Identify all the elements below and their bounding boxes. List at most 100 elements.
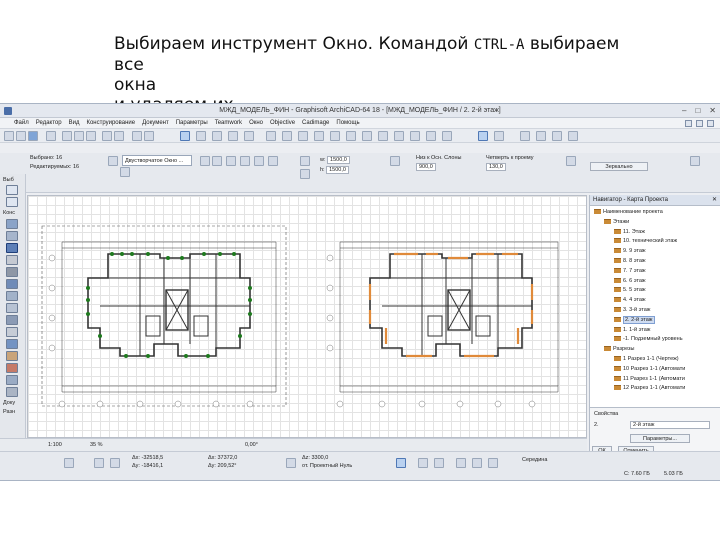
- copy-icon[interactable]: [74, 131, 84, 141]
- link-icon[interactable]: [390, 156, 400, 166]
- tree-item[interactable]: -1. Подземный уровень: [614, 335, 683, 343]
- arrow-tool-icon[interactable]: [6, 185, 18, 195]
- redo-icon[interactable]: [114, 131, 124, 141]
- undo-icon[interactable]: [102, 131, 112, 141]
- anchor-icon[interactable]: [120, 167, 130, 177]
- slab-tool-icon[interactable]: [6, 279, 18, 289]
- window-tool-icon[interactable]: [478, 131, 488, 141]
- tree-item[interactable]: 9. 9 этаж: [614, 247, 646, 255]
- tree-item[interactable]: 5. 5 этаж: [614, 286, 646, 294]
- parameters-button[interactable]: Параметры...: [630, 434, 690, 443]
- open-file-icon[interactable]: [16, 131, 26, 141]
- door-tool-icon[interactable]: [494, 131, 504, 141]
- menu-design[interactable]: Конструирование: [86, 120, 135, 126]
- trace-icon[interactable]: [314, 131, 324, 141]
- tree-item[interactable]: 1 Разрез 1-1 (Чертеж): [614, 355, 679, 363]
- menu-options[interactable]: Параметры: [176, 120, 208, 126]
- tree-item[interactable]: 4. 4 этаж: [614, 296, 646, 304]
- railing-tool-icon[interactable]: [6, 327, 18, 337]
- polyline-icon[interactable]: [442, 131, 452, 141]
- menu-teamwork[interactable]: Teamwork: [215, 120, 242, 126]
- snap-icon[interactable]: [228, 131, 238, 141]
- trace-options-icon[interactable]: [330, 131, 340, 141]
- flip-icon[interactable]: [226, 156, 236, 166]
- pen-set-icon[interactable]: [282, 131, 292, 141]
- quarter-field[interactable]: 130,0: [486, 163, 506, 171]
- fill-icon[interactable]: [394, 131, 404, 141]
- grid-icon[interactable]: [472, 458, 482, 468]
- model-view-icon[interactable]: [298, 131, 308, 141]
- save-icon[interactable]: [28, 131, 38, 141]
- shell-tool-icon[interactable]: [6, 303, 18, 313]
- floor-plan-canvas[interactable]: [27, 195, 587, 438]
- guide-icon[interactable]: [212, 131, 222, 141]
- section-icon[interactable]: [536, 131, 546, 141]
- orientation-icon[interactable]: [212, 156, 222, 166]
- layout-icon[interactable]: [696, 120, 703, 127]
- mesh-tool-icon[interactable]: [6, 387, 18, 397]
- add-icon[interactable]: [110, 458, 120, 468]
- zoom-field[interactable]: 35 %: [90, 442, 103, 448]
- maximize-button[interactable]: □: [695, 106, 700, 115]
- grid-snap-icon[interactable]: [244, 131, 254, 141]
- reference-icon[interactable]: [286, 458, 296, 468]
- guide-icon[interactable]: [488, 458, 498, 468]
- pen-icon[interactable]: [690, 156, 700, 166]
- layout-book-icon[interactable]: [568, 131, 578, 141]
- menu-file[interactable]: Файл: [14, 120, 29, 126]
- window-tool-icon[interactable]: [6, 243, 18, 253]
- arc-icon[interactable]: [426, 131, 436, 141]
- tree-item[interactable]: 7. 7 этаж: [614, 267, 646, 275]
- tree-item[interactable]: 11. Этаж: [614, 228, 645, 236]
- tree-item[interactable]: 11 Разрез 1-1 (Автомати: [614, 375, 685, 383]
- tree-item[interactable]: 6. 6 этаж: [614, 277, 646, 285]
- minimize-button[interactable]: –: [682, 106, 686, 115]
- tree-folder[interactable]: Этажи: [604, 218, 629, 226]
- curtain-wall-tool-icon[interactable]: [6, 339, 18, 349]
- story-name-field[interactable]: 2-й этаж: [630, 421, 710, 429]
- orientation-icon[interactable]: [200, 156, 210, 166]
- menu-objective[interactable]: Objective: [270, 120, 295, 126]
- width-field[interactable]: 1500,0: [327, 156, 350, 164]
- marquee-tool-icon[interactable]: [6, 197, 18, 207]
- marquee-icon[interactable]: [196, 131, 206, 141]
- close-doc-icon[interactable]: [707, 120, 714, 127]
- tree-item[interactable]: 1. 1-й этаж: [614, 326, 651, 334]
- close-button[interactable]: ✕: [709, 106, 716, 115]
- snap-mode-icon[interactable]: [396, 458, 406, 468]
- roof-tool-icon[interactable]: [6, 291, 18, 301]
- angle-field[interactable]: 0,00°: [245, 442, 258, 448]
- angle-snap-icon[interactable]: [434, 458, 444, 468]
- 3d-window-icon[interactable]: [520, 131, 530, 141]
- frame-icon[interactable]: [566, 156, 576, 166]
- cut-icon[interactable]: [62, 131, 72, 141]
- tree-item[interactable]: 3. 3-й этаж: [614, 306, 651, 314]
- layout-icon[interactable]: [685, 120, 692, 127]
- window-type-dropdown[interactable]: Двустворчатое Окно ...: [122, 155, 192, 166]
- beam-tool-icon[interactable]: [6, 267, 18, 277]
- grid-icon[interactable]: [456, 458, 466, 468]
- menu-cadimage[interactable]: Cadimage: [302, 120, 329, 126]
- column-tool-icon[interactable]: [6, 255, 18, 265]
- move-icon[interactable]: [94, 458, 104, 468]
- close-icon[interactable]: [64, 458, 74, 468]
- dimension-icon[interactable]: [362, 131, 372, 141]
- label-icon[interactable]: [378, 131, 388, 141]
- flip-icon[interactable]: [254, 156, 264, 166]
- menu-view[interactable]: Вид: [69, 120, 80, 126]
- walk-icon[interactable]: [144, 131, 154, 141]
- height-field[interactable]: 1500,0: [326, 166, 349, 174]
- tree-item[interactable]: 2. 2-й этаж: [614, 315, 655, 324]
- paste-icon[interactable]: [86, 131, 96, 141]
- new-file-icon[interactable]: [4, 131, 14, 141]
- tree-item[interactable]: 10 Разрез 1-1 (Автомати: [614, 365, 685, 373]
- menu-window[interactable]: Окно: [249, 120, 263, 126]
- tree-folder[interactable]: Наименование проекта: [594, 208, 663, 216]
- scale-field[interactable]: 1:100: [48, 442, 62, 448]
- pointer-tool-icon[interactable]: [180, 131, 190, 141]
- floor-icon[interactable]: [300, 169, 310, 179]
- print-icon[interactable]: [46, 131, 56, 141]
- menu-help[interactable]: Помощь: [336, 120, 359, 126]
- object-tool-icon[interactable]: [6, 351, 18, 361]
- door-tool-icon[interactable]: [6, 231, 18, 241]
